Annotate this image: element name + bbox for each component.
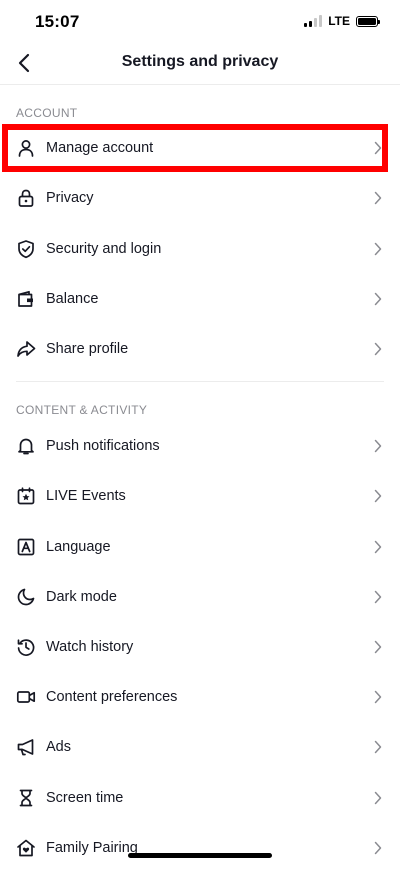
moon-icon	[17, 588, 35, 606]
chevron-right-icon	[374, 690, 382, 704]
bell-icon	[18, 438, 34, 455]
page-title: Settings and privacy	[121, 53, 279, 70]
settings-item-screen-time[interactable]: Screen time	[0, 773, 400, 823]
wallet-icon	[18, 290, 33, 307]
chevron-right-icon	[374, 841, 382, 855]
settings-item-label: LIVE Events	[46, 488, 126, 504]
settings-item-ads[interactable]: Ads	[0, 722, 400, 772]
battery-icon	[356, 15, 380, 27]
status-time: 15:07	[35, 12, 80, 31]
settings-item-push-notifications[interactable]: Push notifications	[0, 421, 400, 471]
settings-item-label: Screen time	[46, 790, 124, 806]
lock-icon	[18, 189, 34, 207]
settings-item-balance[interactable]: Balance	[0, 274, 400, 324]
section-header-content-activity: CONTENT & ACTIVITY	[16, 403, 148, 417]
settings-item-manage-account[interactable]: Manage account	[0, 123, 400, 173]
chevron-right-icon	[374, 439, 382, 453]
settings-item-label: Family Pairing	[46, 840, 138, 856]
section-divider	[16, 381, 384, 382]
hourglass-icon	[19, 789, 33, 807]
megaphone-icon	[17, 739, 34, 756]
chevron-right-icon	[374, 342, 382, 356]
chevron-right-icon	[374, 191, 382, 205]
share-arrow-icon	[17, 341, 36, 357]
settings-item-label: Balance	[46, 291, 99, 307]
chevron-right-icon	[374, 141, 382, 155]
status-bar: 15:07 LTE	[0, 0, 400, 44]
network-type: LTE	[328, 14, 350, 28]
calendar-star-icon	[17, 487, 35, 505]
settings-item-language[interactable]: Language	[0, 522, 400, 572]
settings-item-label: Ads	[46, 739, 71, 755]
home-indicator[interactable]	[128, 853, 272, 858]
chevron-right-icon	[374, 292, 382, 306]
settings-item-watch-history[interactable]: Watch history	[0, 622, 400, 672]
section-header-account: ACCOUNT	[16, 106, 78, 120]
settings-item-label: Share profile	[46, 341, 129, 357]
settings-item-label: Privacy	[46, 190, 94, 206]
settings-item-dark-mode[interactable]: Dark mode	[0, 572, 400, 622]
language-icon	[17, 538, 35, 556]
settings-item-label: Watch history	[46, 639, 134, 655]
video-camera-icon	[16, 691, 36, 703]
shield-icon	[18, 240, 34, 259]
chevron-right-icon	[374, 590, 382, 604]
chevron-right-icon	[374, 242, 382, 256]
settings-item-share-profile[interactable]: Share profile	[0, 324, 400, 374]
chevron-right-icon	[374, 640, 382, 654]
chevron-right-icon	[374, 489, 382, 503]
settings-item-label: Language	[46, 539, 111, 555]
status-indicators: LTE	[304, 14, 380, 28]
settings-item-live-events[interactable]: LIVE Events	[0, 471, 400, 521]
settings-item-content-preferences[interactable]: Content preferences	[0, 672, 400, 722]
history-icon	[17, 639, 35, 656]
house-heart-icon	[17, 839, 35, 857]
chevron-right-icon	[374, 540, 382, 554]
settings-item-label: Content preferences	[46, 689, 178, 705]
settings-item-label: Manage account	[46, 140, 154, 156]
chevron-right-icon	[374, 791, 382, 805]
chevron-right-icon	[374, 740, 382, 754]
person-icon	[18, 140, 34, 157]
settings-item-security-and-login[interactable]: Security and login	[0, 224, 400, 274]
settings-item-label: Dark mode	[46, 589, 117, 605]
nav-bar: Settings and privacy	[0, 44, 400, 85]
settings-item-privacy[interactable]: Privacy	[0, 173, 400, 223]
settings-item-label: Security and login	[46, 241, 162, 257]
signal-icon	[304, 15, 323, 27]
settings-item-label: Push notifications	[46, 438, 160, 454]
